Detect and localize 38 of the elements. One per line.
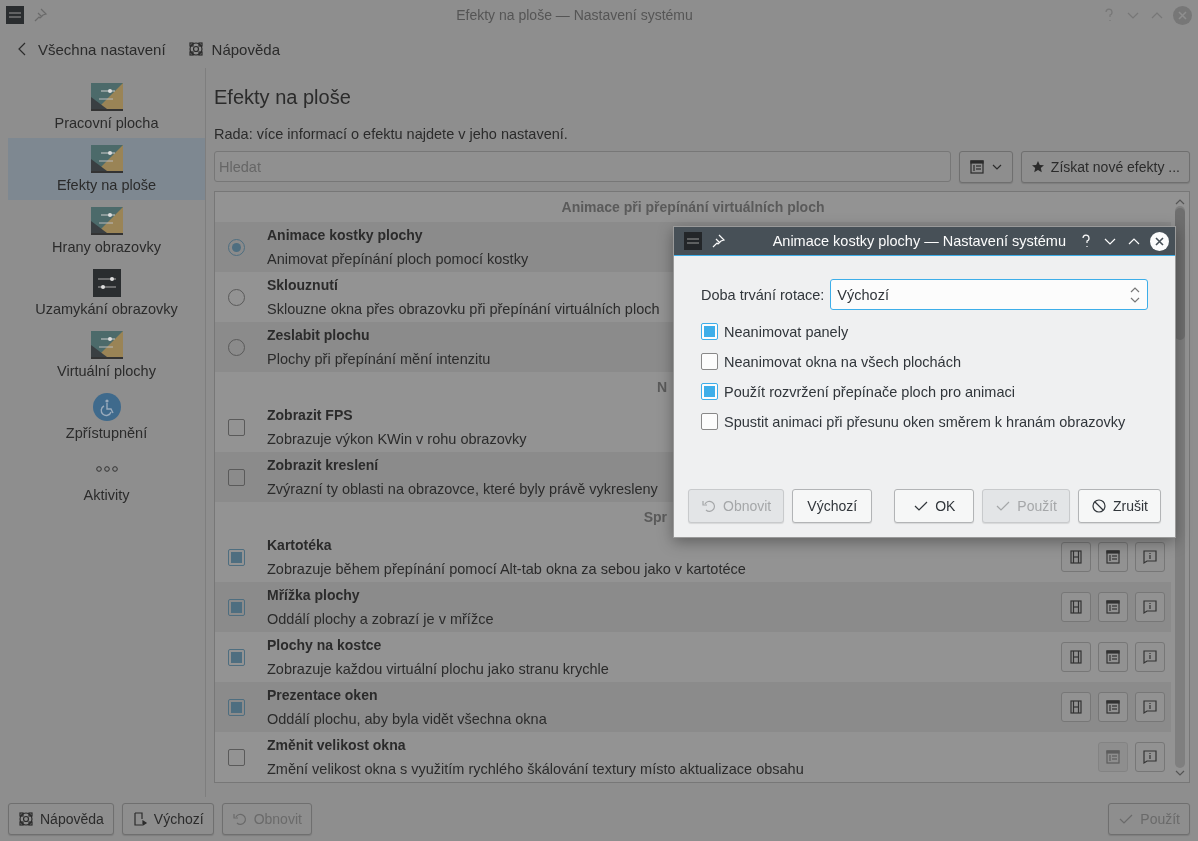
hint-text: Rada: více informací o efektu najdete v jeho nastavení. <box>214 126 569 142</box>
effect-description: Zvýrazní ty oblasti na obrazovce, které byly právě vykresleny <box>267 480 658 498</box>
section-header: Animace při přepínání virtuálních ploch <box>560 198 826 217</box>
effect-description: Oddálí plochy a zobrazí je v mřížce <box>267 610 494 628</box>
dialog-title: Animace kostky plochy — Nastavení systému <box>771 233 1067 249</box>
effect-description: Oddálí plochu, aby byla vidět všechna okna <box>267 710 547 728</box>
sidebar-item-label: Efekty na ploše <box>56 177 157 193</box>
effect-title: Plochy na kostce <box>267 636 382 653</box>
effect-title: Prezentace oken <box>267 686 378 703</box>
field-label: Doba trvání rotace: <box>701 286 825 303</box>
page-heading: Efekty na ploše <box>214 85 352 110</box>
section-header: Spr <box>642 508 667 527</box>
effect-title: Animace kostky plochy <box>267 226 423 243</box>
sidebar-item-label: Virtuální plochy <box>57 363 156 379</box>
effect-description: Zobrazuje výkon KWin v rohu obrazovky <box>267 430 527 448</box>
section-header: N <box>655 378 667 397</box>
effect-title: Změnit velikost okna <box>267 736 406 753</box>
effect-description: Zobrazuje během přepínání pomocí Alt-tab okna za sebou jako v kartotéce <box>267 560 746 578</box>
effect-description: Změní velikost okna s využitím rychlého škálování textury místo aktualizace obsahu <box>267 760 804 778</box>
effect-title: Zeslabit plochu <box>267 326 370 343</box>
sidebar-item-label: Uzamykání obrazovky <box>35 301 178 317</box>
sidebar-item-label: Pracovní plocha <box>54 115 159 131</box>
effect-title: Zobrazit FPS <box>267 406 353 423</box>
window-title: Efekty na ploše — Nastavení systému <box>455 7 694 23</box>
option-label: Neanimovat panely <box>724 323 849 340</box>
option-label: Neanimovat okna na všech plochách <box>724 353 961 370</box>
effect-title: Mřížka plochy <box>267 586 360 603</box>
effect-title: Zobrazit kreslení <box>267 456 379 473</box>
sidebar-item-label: Zpřístupnění <box>65 425 148 441</box>
effect-description: Zobrazuje každou virtuální plochu jako stranu krychle <box>267 660 609 678</box>
effect-description: Sklouzne okna přes obrazovku při přepínání virtuálních ploch <box>267 300 660 318</box>
effect-description: Plochy při přepínání mění intenzitu <box>267 350 491 368</box>
sidebar-item-label: Aktivity <box>83 487 130 503</box>
effect-title: Sklouznutí <box>267 276 338 293</box>
effect-description: Animovat přepínání ploch pomocí kostky <box>267 250 529 268</box>
option-label: Použít rozvržení přepínače ploch pro animaci <box>724 383 1015 400</box>
effect-title: Kartotéka <box>267 536 332 553</box>
sidebar-item-label: Hrany obrazovky <box>52 239 161 255</box>
